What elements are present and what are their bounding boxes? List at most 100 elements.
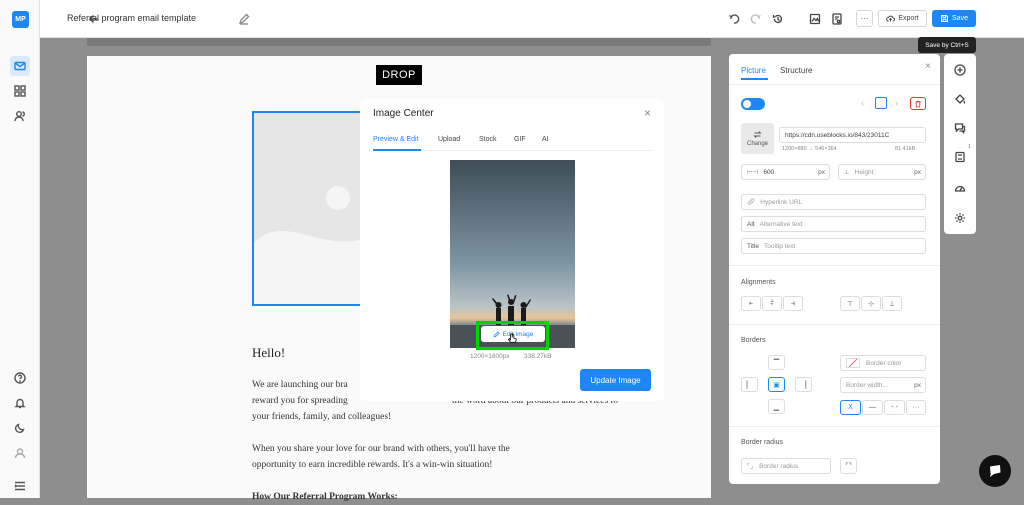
image-filesize: 338.27kB [524,353,552,360]
delete-button[interactable] [910,97,926,110]
avatar-icon[interactable] [10,443,30,463]
tab-stock[interactable]: Stock [479,136,497,143]
border-bottom-button[interactable]: ▁ [768,399,785,414]
collapse-menu-icon[interactable] [10,476,30,496]
width-value: 600 [763,168,775,176]
tab-ai[interactable]: AI [542,136,549,143]
email-heading-3: How Our Referral Program Works: [252,492,398,502]
border-width-field[interactable]: Border width... px [840,377,926,393]
users-nav-icon[interactable] [10,106,30,126]
border-right-button[interactable]: ▕ [795,377,812,392]
image-url-field[interactable]: https://cdn.useblocks.io/843/23011C [779,127,926,143]
preview-icon[interactable] [806,10,824,28]
alt-prefix: Alt [747,220,755,228]
radius-icon: ⌜⌟ [747,463,754,470]
email-paragraph-1-line-2: reward you for spreading [252,396,348,406]
border-color-field[interactable]: Border color [840,355,926,371]
email-paragraph-2-line-1: When you share your love for our brand w… [252,444,510,454]
grid-nav-icon[interactable] [10,81,30,101]
paint-bucket-icon[interactable] [951,90,969,108]
modal-title: Image Center [373,108,434,119]
chevron-right-icon[interactable]: › [895,98,898,108]
more-options-button[interactable]: ··· [856,10,873,27]
test-send-icon[interactable] [828,10,846,28]
hyperlink-field[interactable]: 🔗︎ Hyperlink URL [741,194,926,210]
email-nav-icon[interactable] [10,56,30,76]
title-prefix: Title [747,242,760,250]
save-button[interactable]: Save [932,10,976,27]
modules-icon[interactable] [951,148,969,166]
add-block-icon[interactable] [951,61,969,79]
brand-logo: DROP [376,65,422,85]
width-unit-select[interactable]: px [818,169,825,176]
modal-close-icon[interactable]: × [644,106,651,120]
align-left-button[interactable]: ⫦ [741,296,761,311]
speed-gauge-icon[interactable] [951,179,969,197]
tab-active-underline [741,78,768,80]
border-style-dashed-button[interactable]: - - [884,400,905,415]
email-paragraph-1-line-3: your friends, family, and colleagues! [252,412,392,422]
border-radius-placeholder: Border radius [759,462,799,470]
height-icon: ⊥ [844,169,850,176]
redo-icon[interactable] [747,10,765,28]
chevron-left-icon[interactable]: ‹ [861,98,864,108]
align-center-button[interactable]: ⫩ [762,296,782,311]
align-right-button[interactable]: ⫣ [783,296,803,311]
change-label: Change [746,141,769,147]
right-tool-strip [944,54,976,234]
align-bottom-button[interactable]: ⊥ [882,296,902,311]
panel-close-icon[interactable]: × [925,61,931,72]
rename-pencil-icon[interactable] [235,10,253,28]
change-image-button[interactable]: Change [741,123,774,154]
comments-icon[interactable] [951,119,969,137]
undo-icon[interactable] [725,10,743,28]
border-all-button[interactable]: ▣ [768,377,785,392]
width-field[interactable]: ⊢⊣ 600 px [741,164,830,180]
left-sidebar: MP [0,0,40,498]
settings-gear-icon[interactable] [951,209,969,227]
tab-preview-edit[interactable]: Preview & Edit [373,136,419,143]
bell-icon[interactable] [10,393,30,413]
height-field[interactable]: ⊥ Height px [838,164,926,180]
tab-upload[interactable]: Upload [438,136,460,143]
image-url-value: https://cdn.useblocks.io/843/23011C [785,131,890,139]
radius-individual-button[interactable]: ⌜⌝ [840,458,857,474]
tab-gif[interactable]: GIF [514,136,526,143]
tab-picture[interactable]: Picture [741,66,766,75]
history-icon[interactable] [769,10,787,28]
modules-badge: 1 [968,144,971,150]
preview-photo [450,160,575,348]
cloud-upload-icon [886,15,896,22]
borders-label: Borders [741,337,766,344]
cursor-icon [507,333,518,347]
border-color-placeholder: Border color [866,359,902,367]
border-left-button[interactable]: ▏ [741,377,758,392]
height-unit-select[interactable]: px [914,169,921,176]
title-field[interactable]: Title Tooltip text [741,238,926,254]
page-title: Referral program email template [67,13,197,23]
align-top-button[interactable]: ⊤ [840,296,860,311]
no-color-swatch [846,358,860,368]
save-tooltip: Save by Ctrl+S [918,37,976,53]
border-style-solid-button[interactable]: — [862,400,883,415]
help-icon[interactable] [10,368,30,388]
align-middle-button[interactable]: ⊹ [861,296,881,311]
border-style-none-button[interactable]: X [840,400,861,415]
border-width-unit-select[interactable]: px [914,382,921,389]
border-style-dotted-button[interactable]: ··· [906,400,926,415]
tab-structure[interactable]: Structure [780,66,812,75]
email-paragraph-1-line-1: We are launching our bra [252,380,348,390]
visibility-toggle[interactable] [741,98,765,110]
border-radius-field[interactable]: ⌜⌟ Border radius [741,458,831,474]
chat-button[interactable] [979,455,1011,487]
update-image-button[interactable]: Update Image [580,369,651,391]
expand-icon[interactable] [875,97,887,109]
border-top-button[interactable]: ▔ [768,355,785,370]
moon-icon[interactable] [10,418,30,438]
export-button[interactable]: Export [878,10,927,27]
app-logo[interactable]: MP [12,11,29,28]
alt-text-field[interactable]: Alt Alternative text [741,216,926,232]
settings-panel [729,54,940,484]
alignments-label: Alignments [741,279,776,286]
image-size-info: 1200×880 → 546×364 [782,146,837,152]
